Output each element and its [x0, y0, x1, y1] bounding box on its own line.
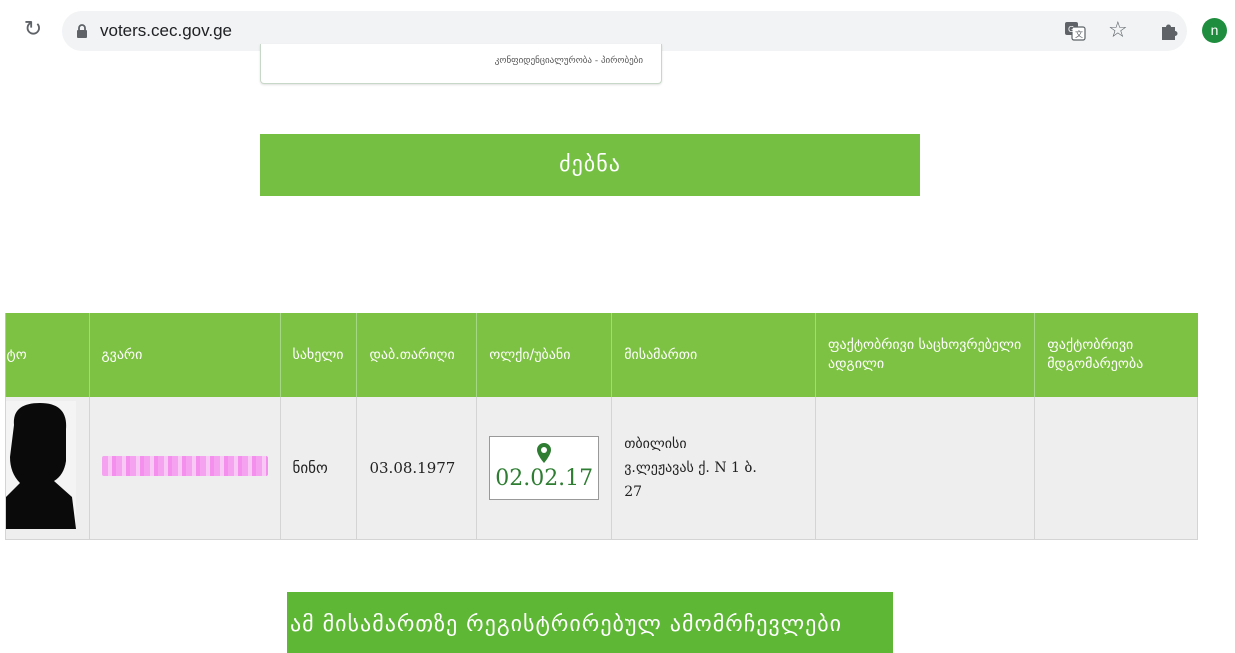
district-cell: 02.02.17 [476, 397, 612, 540]
district-code: 02.02.17 [495, 465, 594, 491]
table-header-row: ფოტო გვარი სახელი დაბ.თარიღი ოლქი/უბანი … [5, 313, 1198, 397]
voter-photo [6, 401, 76, 529]
actual-status-cell [1034, 397, 1198, 540]
svg-text:G: G [1068, 25, 1074, 34]
map-pin-icon [537, 442, 552, 463]
header-actual-status: ფაქტობრივი მდგომარეობა [1034, 313, 1198, 397]
name-cell: ნინო [279, 397, 357, 540]
header-name: სახელი [279, 313, 357, 397]
header-address: მისამართი [611, 313, 816, 397]
profile-avatar[interactable]: n [1202, 18, 1227, 43]
address-cell: თბილისი ვ.ლეჟავას ქ. N 1 ბ. 27 [611, 397, 816, 540]
surname-cell [88, 397, 280, 540]
address-street: ვ.ლეჟავას ქ. [624, 459, 710, 476]
extensions-puzzle-icon[interactable] [1159, 20, 1181, 42]
header-surname: გვარი [88, 313, 280, 397]
search-button[interactable]: ძებნა [260, 134, 920, 196]
registered-voters-button[interactable]: ამ მისამართზე რეგისტრირებულ ამომრჩევლები [287, 592, 893, 653]
address-number: N 1 ბ. [714, 459, 757, 476]
district-map-button[interactable]: 02.02.17 [489, 435, 600, 500]
lock-icon [77, 24, 87, 38]
table-row: ნინო 03.08.1977 02.02.17 თბილისი ვ.ლეჟავ… [5, 397, 1198, 540]
address-apartment: 27 [624, 483, 643, 500]
actual-residence-cell [814, 397, 1035, 540]
translate-icon[interactable]: G 文 [1064, 20, 1086, 42]
svg-text:文: 文 [1075, 29, 1083, 39]
redacted-surname [101, 455, 268, 476]
dob-cell: 03.08.1977 [356, 397, 477, 540]
bookmark-star-icon[interactable]: ☆ [1108, 17, 1128, 45]
address-city: თბილისი [624, 435, 687, 452]
header-dob: დაბ.თარიღი [356, 313, 477, 397]
reload-icon[interactable]: ↻ [20, 17, 46, 43]
header-district: ოლქი/უბანი [476, 313, 612, 397]
photo-cell [5, 397, 89, 540]
recaptcha-privacy-terms-link[interactable]: კონფიდენციალურობა - პირობები [495, 56, 643, 66]
recaptcha-widget: კონფიდენციალურობა - პირობები [260, 44, 662, 84]
header-actual-residence: ფაქტობრივი საცხოვრებელი ადგილი [814, 313, 1035, 397]
header-photo: ფოტო [5, 313, 89, 397]
voter-results-table: ფოტო გვარი სახელი დაბ.თარიღი ოლქი/უბანი … [5, 313, 1198, 540]
url-text[interactable]: voters.cec.gov.ge [100, 21, 232, 41]
